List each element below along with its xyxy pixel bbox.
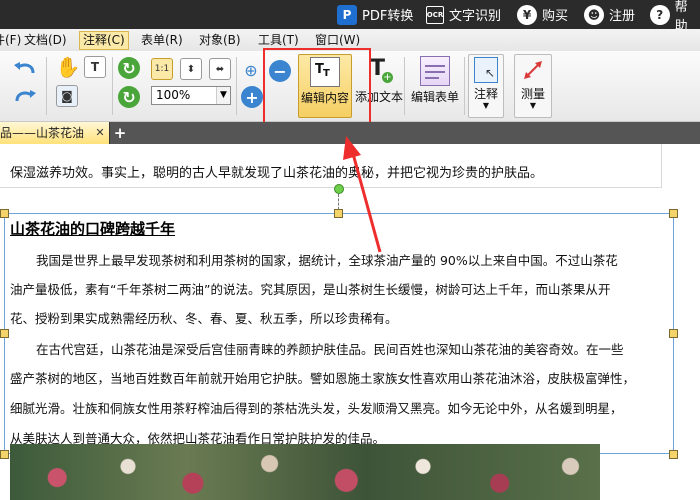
pdf-editor-window: P PDF转换 OCR 文字识别 ¥ 购买 ☻ 注册 ? 帮助 件(F) 文档(… <box>0 0 700 500</box>
red-arrow-annotation <box>343 136 382 253</box>
